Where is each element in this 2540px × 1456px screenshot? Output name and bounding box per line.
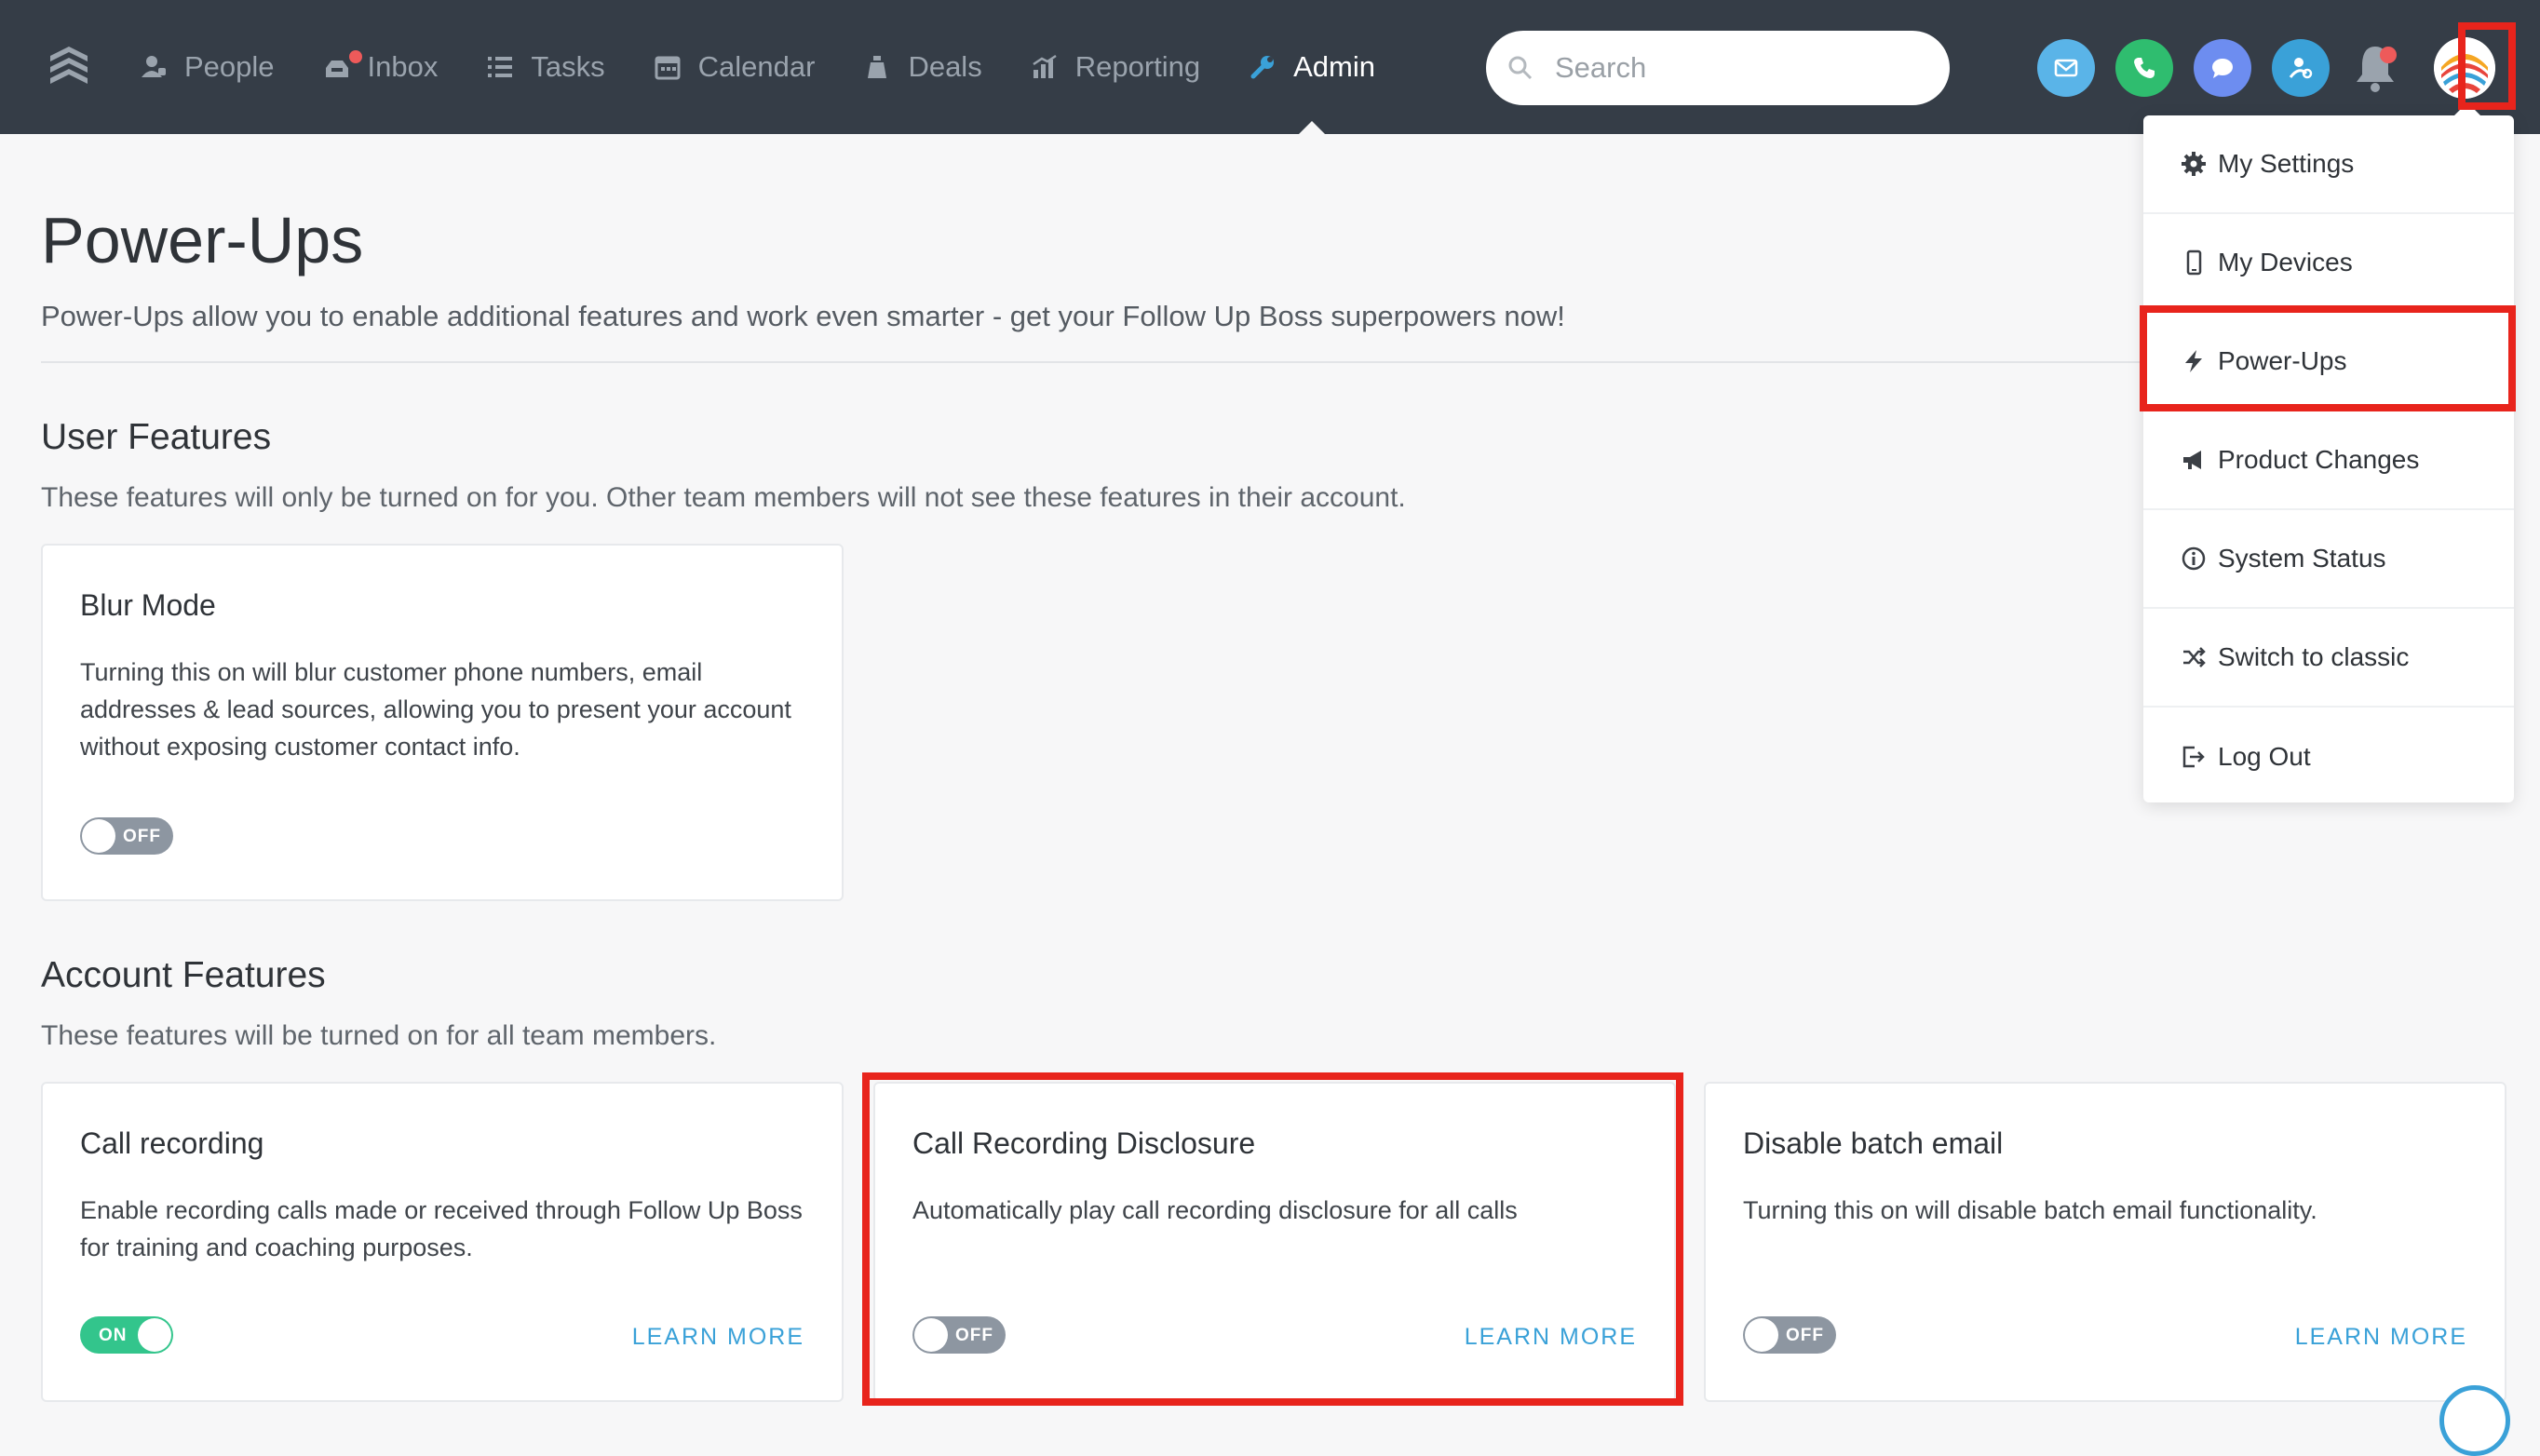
inbox-unread-dot (348, 50, 362, 63)
blur-mode-toggle[interactable]: OFF (80, 817, 173, 855)
gear-icon (2182, 152, 2206, 176)
toggle-state-label: OFF (955, 1326, 993, 1345)
menu-item-label: My Devices (2218, 248, 2353, 276)
chat-action-button[interactable] (2194, 39, 2251, 97)
phone-icon (2134, 58, 2155, 78)
nav-tasks[interactable]: Tasks (486, 0, 605, 134)
nav-people-label: People (184, 50, 275, 83)
money-bag-icon (868, 56, 887, 78)
phone-action-button[interactable] (2115, 39, 2173, 97)
notification-dot (2380, 47, 2397, 63)
search-icon (1508, 56, 1533, 80)
menu-item-label: Switch to classic (2218, 642, 2410, 671)
menu-item-my-devices[interactable]: My Devices (2143, 214, 2514, 313)
user-avatar[interactable] (2434, 37, 2495, 99)
toggle-knob (914, 1318, 948, 1352)
main-nav: People Inbox Tasks Calendar Deals Report… (140, 0, 1424, 134)
lightning-icon (2185, 350, 2202, 372)
page-subtitle: Power-Ups allow you to enable additional… (41, 300, 1565, 332)
avatar-logo-icon (2434, 37, 2495, 99)
disable-batch-email-toggle[interactable]: OFF (1743, 1316, 1836, 1354)
call-recording-disclosure-toggle[interactable]: OFF (912, 1316, 1006, 1354)
header-divider (41, 361, 2201, 363)
menu-item-label: Log Out (2218, 742, 2311, 771)
nav-reporting-label: Reporting (1074, 50, 1201, 83)
nav-deals[interactable]: Deals (863, 0, 982, 134)
nav-calendar-label: Calendar (697, 50, 816, 83)
megaphone-icon (2183, 451, 2201, 469)
dialer-icon (2289, 58, 2313, 79)
chart-icon (1033, 54, 1057, 78)
card-description: Enable recording calls made or received … (80, 1196, 803, 1261)
app-logo-icon[interactable] (47, 41, 91, 93)
card-title: Call recording (80, 1126, 264, 1160)
nav-calendar[interactable]: Calendar (654, 0, 816, 134)
nav-admin-label: Admin (1293, 50, 1375, 83)
search-input[interactable] (1553, 50, 1929, 86)
toggle-state-label: ON (99, 1326, 128, 1345)
learn-more-link[interactable]: LEARN MORE (632, 1324, 804, 1351)
wrench-icon (1250, 56, 1275, 79)
toggle-state-label: OFF (1786, 1326, 1824, 1345)
top-navigation-bar: People Inbox Tasks Calendar Deals Report… (0, 0, 2540, 134)
menu-item-system-status[interactable]: System Status (2143, 510, 2514, 609)
chat-bubble-icon (2212, 59, 2233, 78)
search-box[interactable] (1486, 31, 1950, 105)
blur-mode-card: Blur Mode Turning this on will blur cust… (41, 544, 844, 901)
nav-reporting[interactable]: Reporting (1031, 0, 1200, 134)
menu-item-label: Product Changes (2218, 445, 2420, 474)
learn-more-link[interactable]: LEARN MORE (1465, 1324, 1637, 1351)
card-title: Call Recording Disclosure (912, 1126, 1256, 1160)
call-recording-toggle[interactable]: ON (80, 1316, 173, 1354)
account-features-title: Account Features (41, 955, 326, 995)
email-icon (2054, 59, 2078, 77)
user-dropdown-menu: My Settings My Devices Power-Ups Product… (2143, 102, 2514, 802)
menu-item-label: System Status (2218, 544, 2386, 573)
card-description: Turning this on will disable batch email… (1743, 1196, 2317, 1224)
card-description: Turning this on will blur customer phone… (80, 658, 791, 761)
menu-item-my-settings[interactable]: My Settings (2143, 115, 2514, 214)
nav-deals-label: Deals (908, 50, 982, 83)
page-title: Power-Ups (41, 204, 364, 276)
nav-tasks-label: Tasks (531, 50, 605, 83)
call-recording-card: Call recording Enable recording calls ma… (41, 1082, 844, 1402)
info-icon (2182, 546, 2206, 571)
phone-device-icon (2186, 249, 2202, 276)
toggle-state-label: OFF (123, 827, 161, 846)
toggle-knob (82, 819, 115, 853)
tasks-icon (488, 57, 513, 77)
menu-item-product-changes[interactable]: Product Changes (2143, 411, 2514, 510)
email-action-button[interactable] (2037, 39, 2095, 97)
menu-item-switch-to-classic[interactable]: Switch to classic (2143, 609, 2514, 708)
logout-icon (2182, 746, 2205, 768)
call-recording-disclosure-card: Call Recording Disclosure Automatically … (873, 1082, 1676, 1402)
toggle-knob (138, 1318, 171, 1352)
card-title: Disable batch email (1743, 1126, 2004, 1160)
user-features-description: These features will only be turned on fo… (41, 482, 1406, 513)
card-description: Automatically play call recording disclo… (912, 1196, 1518, 1224)
account-features-description: These features will be turned on for all… (41, 1020, 717, 1051)
calendar-icon (655, 56, 681, 80)
nav-people[interactable]: People (140, 0, 275, 134)
user-features-title: User Features (41, 417, 272, 457)
nav-inbox[interactable]: Inbox (323, 0, 439, 134)
disable-batch-email-card: Disable batch email Turning this on will… (1704, 1082, 2506, 1402)
menu-item-log-out[interactable]: Log Out (2143, 708, 2514, 806)
nav-inbox-label: Inbox (367, 50, 439, 83)
card-title: Blur Mode (80, 588, 216, 622)
learn-more-link[interactable]: LEARN MORE (2295, 1324, 2467, 1351)
menu-item-power-ups[interactable]: Power-Ups (2143, 313, 2514, 411)
menu-item-label: Power-Ups (2218, 346, 2347, 375)
inbox-icon (325, 61, 348, 77)
menu-item-label: My Settings (2218, 149, 2355, 178)
dialer-action-button[interactable] (2272, 39, 2330, 97)
person-icon (142, 56, 166, 77)
nav-admin[interactable]: Admin (1249, 0, 1375, 134)
toggle-knob (1745, 1318, 1778, 1352)
shuffle-icon (2183, 647, 2206, 667)
help-widget-button[interactable] (2439, 1385, 2510, 1456)
